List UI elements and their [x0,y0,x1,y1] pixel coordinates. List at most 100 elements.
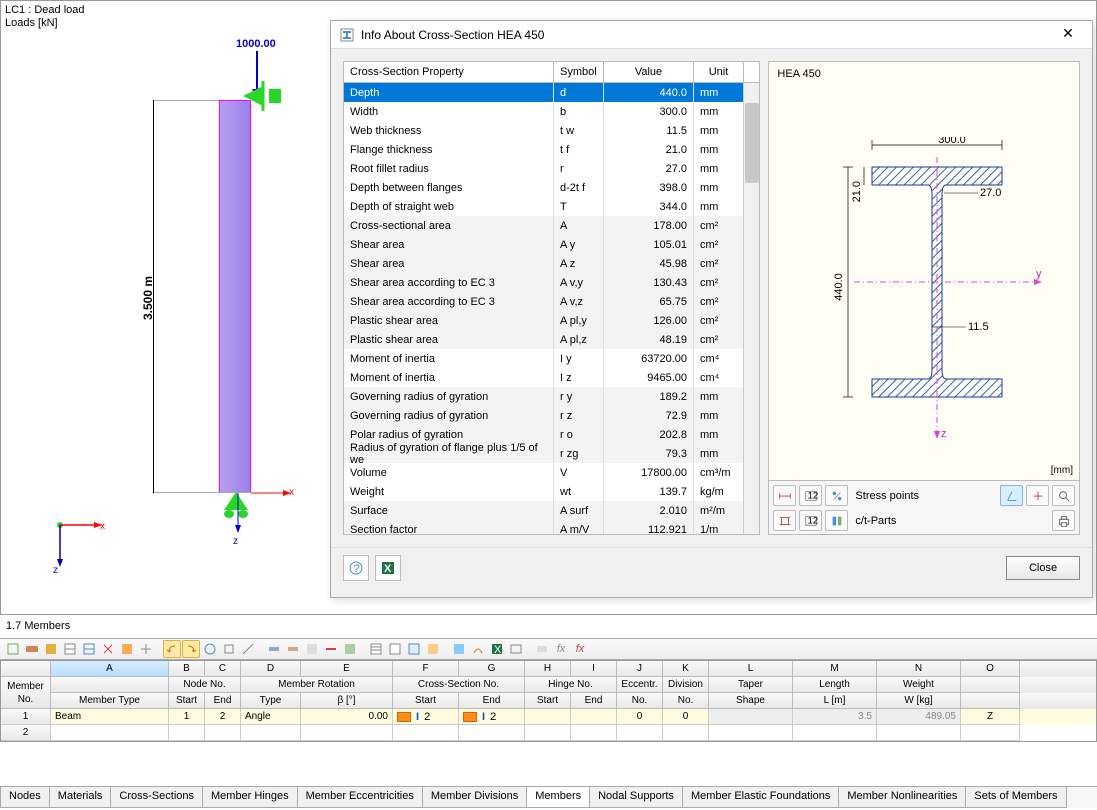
stress-points-label: Stress points [851,490,997,502]
tab-member-elastic-foundations[interactable]: Member Elastic Foundations [682,787,839,808]
property-row[interactable]: Plastic shear areaA pl,y126.00cm² [344,311,759,330]
tb-redo-button[interactable] [182,640,200,658]
tb-btn-2[interactable] [23,640,41,658]
tb-btn-20[interactable] [386,640,404,658]
tb-btn-19[interactable] [367,640,385,658]
property-row[interactable]: Widthb300.0mm [344,102,759,121]
svg-text:y: y [1036,268,1042,280]
svg-text:12: 12 [807,515,818,526]
members-grid[interactable]: A B C D E F G H I J K L M N O MemberNo. … [0,660,1097,742]
tb-btn-7[interactable] [118,640,136,658]
property-row[interactable]: Shear area according to EC 3A v,z65.75cm… [344,292,759,311]
dimension-toggle-button[interactable] [773,485,796,506]
ct-parts-label: c/t-Parts [851,515,950,527]
stress-points-button[interactable] [825,485,848,506]
tb-fx2-button[interactable]: fx [571,640,589,658]
ct-parts-button[interactable] [825,510,848,531]
svg-text:21.0: 21.0 [851,181,863,202]
dialog-close-button[interactable]: ✕ [1052,25,1084,45]
tb-btn-12[interactable] [220,640,238,658]
property-row[interactable]: Root fillet radiusr27.0mm [344,159,759,178]
tb-btn-22[interactable] [424,640,442,658]
property-row[interactable]: Section factorA m/V112.9211/m [344,520,759,534]
tb-excel-button[interactable]: X [488,640,506,658]
property-row[interactable]: Shear areaA z45.98cm² [344,254,759,273]
zoom-button[interactable] [1052,485,1075,506]
svg-text:11.5: 11.5 [968,321,989,333]
scrollbar[interactable] [743,83,759,534]
tb-btn-21[interactable] [405,640,423,658]
preview-canvas[interactable]: HEA 450 300.0 [768,61,1080,481]
tb-btn-11[interactable] [201,640,219,658]
tab-nodes[interactable]: Nodes [0,787,50,808]
property-row[interactable]: Depthd440.0mm [344,83,759,102]
tab-sets-of-members[interactable]: Sets of Members [965,787,1066,808]
property-row[interactable]: Depth between flangesd-2t f398.0mm [344,178,759,197]
property-row[interactable]: Shear areaA y105.01cm² [344,235,759,254]
dimension-label: 3.500 m [141,276,155,320]
tb-btn-16[interactable] [303,640,321,658]
property-row[interactable]: Web thicknesst w11.5mm [344,121,759,140]
tb-btn-18[interactable] [341,640,359,658]
cross-section-preview: HEA 450 300.0 [768,61,1080,535]
tb-btn-5[interactable] [80,640,98,658]
property-row[interactable]: Weightwt139.7kg/m [344,482,759,501]
tb-btn-24[interactable] [469,640,487,658]
tab-cross-sections[interactable]: Cross-Sections [110,787,203,808]
close-button[interactable]: Close [1006,556,1080,580]
values-toggle-button[interactable]: 12 [799,485,822,506]
tb-btn-17[interactable] [322,640,340,658]
dialog-titlebar[interactable]: Info About Cross-Section HEA 450 ✕ [331,21,1092,49]
axis-y-button[interactable] [1000,485,1023,506]
tb-btn-4[interactable] [61,640,79,658]
tb-btn-3[interactable] [42,640,60,658]
axis-yz-button[interactable] [1026,485,1049,506]
tab-nodal-supports[interactable]: Nodal Supports [589,787,683,808]
print-button[interactable] [1052,510,1075,531]
excel-export-button[interactable]: X [375,555,401,581]
property-row[interactable]: Governing radius of gyrationr y189.2mm [344,387,759,406]
tb-btn-26[interactable] [507,640,525,658]
property-row[interactable]: Flange thicknesst f21.0mm [344,140,759,159]
tb-fx-button[interactable]: fx [552,640,570,658]
ct-values-button[interactable]: 12 [799,510,822,531]
tab-member-divisions[interactable]: Member Divisions [422,787,527,808]
tab-materials[interactable]: Materials [49,787,112,808]
preview-title: HEA 450 [777,68,820,80]
load-value: 1000.00 [236,38,276,50]
grid-data-row-2[interactable]: 2 [1,725,1096,741]
property-row[interactable]: SurfaceA surf2.010m²/m [344,501,759,520]
property-row[interactable]: Moment of inertiaI y63720.00cm⁴ [344,349,759,368]
beam-member[interactable] [219,100,251,493]
property-row[interactable]: Plastic shear areaA pl,z48.19cm² [344,330,759,349]
tab-members[interactable]: Members [526,787,590,808]
tb-btn-23[interactable] [450,640,468,658]
grid-data-row-1[interactable]: 1 Beam 1 2 Angle 0.00 I2 I2 0 0 3.5 489.… [1,709,1096,725]
load-case-info: LC1 : Dead load Loads [kN] [5,4,85,30]
tab-member-eccentricities[interactable]: Member Eccentricities [297,787,423,808]
tb-undo-button[interactable] [163,640,181,658]
property-row[interactable]: Shear area according to EC 3A v,y130.43c… [344,273,759,292]
property-row[interactable]: Radius of gyration of flange plus 1/5 of… [344,444,759,463]
property-row[interactable]: Governing radius of gyrationr z72.9mm [344,406,759,425]
tb-btn-6[interactable] [99,640,117,658]
cross-section-info-dialog: Info About Cross-Section HEA 450 ✕ Cross… [330,20,1093,598]
tb-btn-15[interactable] [284,640,302,658]
tb-btn-13[interactable] [239,640,257,658]
property-row[interactable]: Cross-sectional areaA178.00cm² [344,216,759,235]
tab-member-hinges[interactable]: Member Hinges [202,787,298,808]
tb-btn-1[interactable] [4,640,22,658]
tb-btn-27[interactable] [533,640,551,658]
property-table[interactable]: Cross-Section Property Symbol Value Unit… [343,61,760,535]
tab-member-nonlinearities[interactable]: Member Nonlinearities [838,787,966,808]
tb-btn-14[interactable] [265,640,283,658]
svg-text:27.0: 27.0 [980,187,1001,199]
property-row[interactable]: VolumeV17800.00cm³/m [344,463,759,482]
tb-btn-8[interactable] [137,640,155,658]
property-row[interactable]: Depth of straight webT344.0mm [344,197,759,216]
help-button[interactable]: ? [343,555,369,581]
i-section-icon: I [482,709,485,725]
global-coord-system: x z [56,521,106,571]
property-row[interactable]: Moment of inertiaI z9465.00cm⁴ [344,368,759,387]
ct-dim-button[interactable] [773,510,796,531]
